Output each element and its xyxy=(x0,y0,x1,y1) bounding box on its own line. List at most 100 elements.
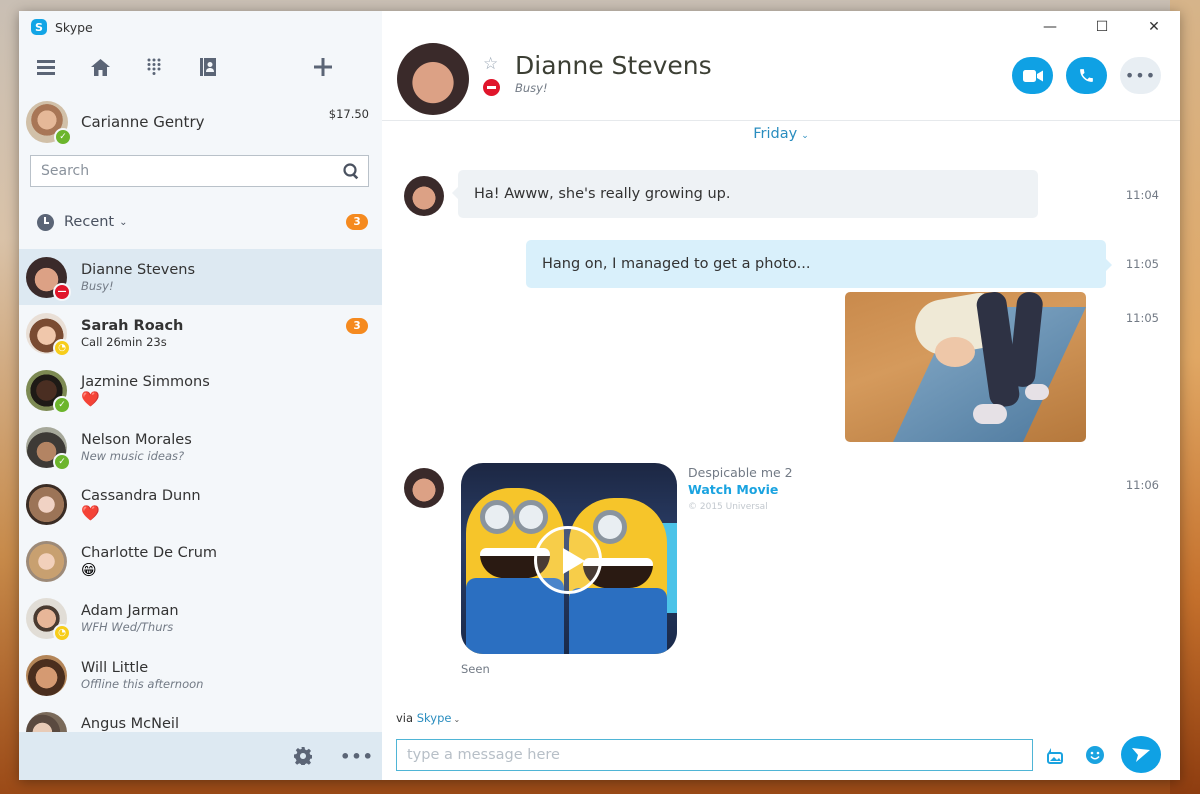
seen-indicator: Seen xyxy=(461,662,490,676)
profile-name: Carianne Gentry xyxy=(81,113,205,131)
gear-icon xyxy=(294,747,312,765)
contacts-button[interactable] xyxy=(197,56,219,78)
message-composer xyxy=(396,739,1033,771)
menu-button[interactable] xyxy=(35,56,57,78)
contact-item[interactable]: ✓ Nelson Morales New music ideas? xyxy=(19,419,382,476)
chat-contact-status: Busy! xyxy=(515,81,548,95)
chevron-down-icon: ⌄ xyxy=(119,216,128,228)
search-container xyxy=(19,153,382,195)
online-status-icon: ✓ xyxy=(53,453,71,471)
busy-status-icon xyxy=(483,79,500,96)
home-icon xyxy=(90,58,110,76)
my-profile[interactable]: ✓ Carianne Gentry $17.50 xyxy=(19,91,382,153)
plus-icon xyxy=(314,58,332,76)
minion-goggle xyxy=(514,500,548,534)
chevron-down-icon: ⌄ xyxy=(453,715,461,724)
photo-shoe xyxy=(1025,384,1049,400)
photo-head xyxy=(935,337,975,367)
phone-icon xyxy=(1080,69,1093,82)
search-input[interactable] xyxy=(41,163,343,179)
chat-header: ☆ Dianne Stevens Busy! ••• xyxy=(382,11,1180,121)
day-separator[interactable]: Friday ⌄ xyxy=(382,126,1180,142)
watch-movie-link[interactable]: Watch Movie xyxy=(688,482,778,497)
contact-mood: Offline this afternoon xyxy=(81,677,204,691)
via-selector[interactable]: via Skype ⌄ xyxy=(396,711,460,725)
chat-panel: — ☐ ✕ ☆ Dianne Stevens Busy! ••• Friday … xyxy=(382,11,1180,780)
message-timestamp: 11:04 xyxy=(1125,188,1159,202)
home-button[interactable] xyxy=(89,56,111,78)
contact-avatar xyxy=(26,484,67,525)
play-icon[interactable] xyxy=(534,526,602,594)
message-text: Ha! Awww, she's really growing up. xyxy=(474,186,731,202)
message-bubble[interactable]: Hang on, I managed to get a photo... xyxy=(526,240,1112,288)
contact-name: Dianne Stevens xyxy=(81,261,196,278)
dialpad-button[interactable] xyxy=(143,56,165,78)
skype-window: S Skype ✓ Carianne Gentry $17.50 Search … xyxy=(19,11,1180,780)
message-bubble[interactable]: Ha! Awww, she's really growing up. xyxy=(452,170,1038,218)
search-icon[interactable] xyxy=(343,162,360,180)
sidebar: S Skype ✓ Carianne Gentry $17.50 Search … xyxy=(19,11,382,780)
away-status-icon: ◔ xyxy=(53,339,71,357)
via-service: Skype xyxy=(416,711,452,725)
profile-avatar: ✓ xyxy=(26,101,72,146)
contact-item[interactable]: ✓ Jazmine Simmons ❤️ xyxy=(19,362,382,419)
contact-item[interactable]: Charlotte De Crum 😁 xyxy=(19,533,382,590)
contact-mood: Busy! xyxy=(81,278,114,293)
contact-name: Jazmine Simmons xyxy=(81,374,210,390)
contact-name: Nelson Morales xyxy=(81,432,192,448)
online-status-icon: ✓ xyxy=(53,396,71,414)
skype-credit[interactable]: $17.50 xyxy=(329,107,369,121)
search-box xyxy=(30,155,369,187)
contact-header-avatar[interactable] xyxy=(397,43,469,115)
message-avatar xyxy=(404,176,444,216)
contact-avatar: ◔ xyxy=(26,313,71,357)
media-gallery-button[interactable] xyxy=(1044,744,1066,766)
settings-button[interactable] xyxy=(292,745,314,767)
shared-photo[interactable] xyxy=(845,292,1086,442)
contact-mood: Call 26min 23s xyxy=(81,335,167,349)
photo-shoe xyxy=(973,404,1007,424)
contact-mood: New music ideas? xyxy=(81,449,185,463)
emoticon-button[interactable] xyxy=(1084,744,1106,766)
more-options-button[interactable]: ••• xyxy=(340,745,373,767)
video-thumbnail[interactable] xyxy=(461,463,677,654)
heart-emoji-icon: ❤️ xyxy=(81,390,100,408)
contact-name: Cassandra Dunn xyxy=(81,488,201,504)
send-button[interactable] xyxy=(1121,736,1161,773)
contact-avatar: ✓ xyxy=(26,370,71,414)
busy-status-icon: — xyxy=(53,282,71,301)
new-conversation-button[interactable] xyxy=(312,56,334,78)
away-status-icon: ◔ xyxy=(53,624,71,642)
recent-filter[interactable]: Recent ⌄ 3 xyxy=(19,195,382,249)
minion-goggle xyxy=(480,500,514,534)
video-call-button[interactable] xyxy=(1012,57,1053,94)
message-input[interactable] xyxy=(407,747,1032,763)
unread-badge: 3 xyxy=(346,214,368,230)
app-title: Skype xyxy=(55,19,93,35)
dialpad-icon xyxy=(147,58,161,75)
smiley-icon xyxy=(1086,746,1104,764)
favorite-star-icon[interactable]: ☆ xyxy=(483,54,498,74)
day-label: Friday xyxy=(753,126,798,142)
contact-avatar: ✓ xyxy=(26,427,71,471)
hamburger-icon xyxy=(37,59,55,75)
sidebar-toolbar xyxy=(19,43,382,91)
video-copyright: © 2015 Universal xyxy=(688,502,768,512)
contact-item[interactable]: Will Little Offline this afternoon xyxy=(19,647,382,704)
contact-item[interactable]: — Dianne Stevens Busy! xyxy=(19,249,382,305)
contact-item[interactable]: ◔ Adam Jarman WFH Wed/Thurs xyxy=(19,590,382,647)
contact-item[interactable]: ◔ Sarah Roach Call 26min 23s 3 xyxy=(19,305,382,362)
message-avatar xyxy=(404,468,444,508)
contact-mood: WFH Wed/Thurs xyxy=(81,620,174,634)
audio-call-button[interactable] xyxy=(1066,57,1107,94)
heart-emoji-icon: ❤️ xyxy=(81,504,100,522)
contact-item[interactable]: Cassandra Dunn ❤️ xyxy=(19,476,382,533)
skype-logo-icon: S xyxy=(31,19,47,35)
chat-more-button[interactable]: ••• xyxy=(1120,57,1161,94)
contact-avatar xyxy=(26,541,67,582)
unread-badge: 3 xyxy=(346,318,368,334)
contact-item[interactable]: ✓ Angus McNeil😊 xyxy=(19,704,382,732)
chat-contact-name[interactable]: Dianne Stevens xyxy=(515,51,712,80)
contact-avatar: — xyxy=(26,256,71,301)
contact-avatar xyxy=(26,655,67,696)
